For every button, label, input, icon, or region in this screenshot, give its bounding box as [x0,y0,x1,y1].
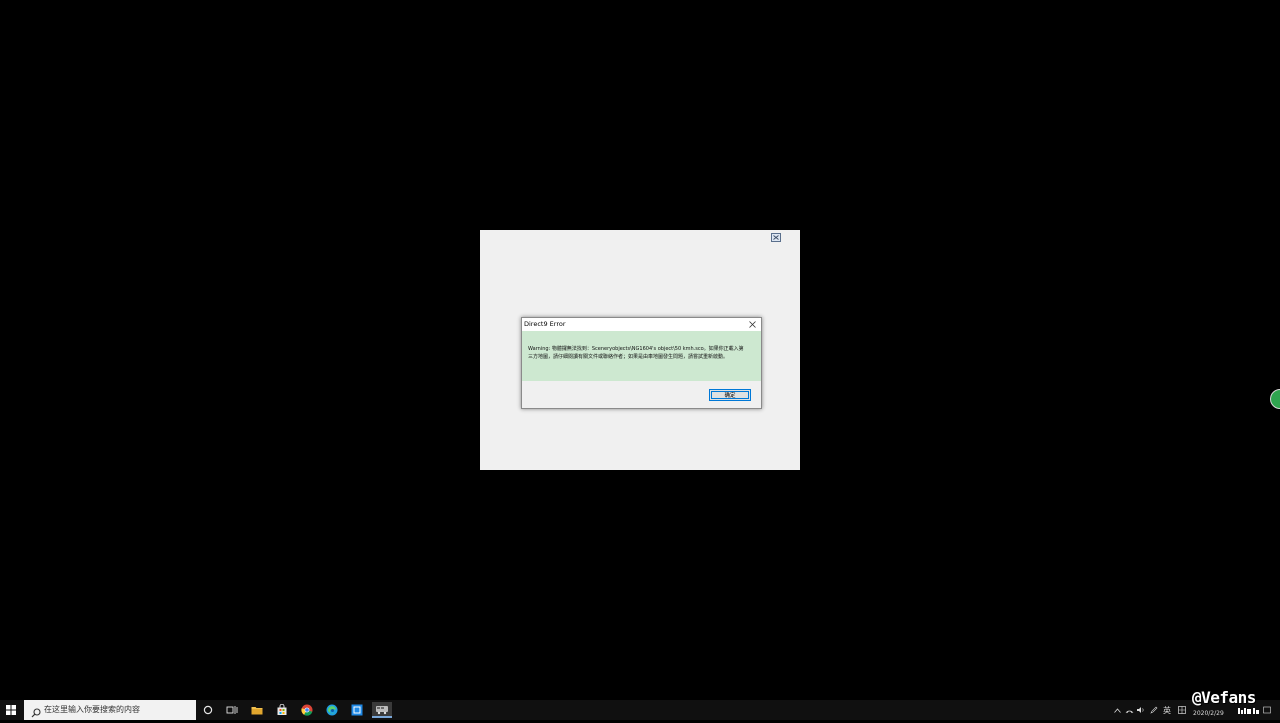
cortana-button[interactable] [198,702,218,718]
search-icon [30,704,42,718]
close-icon [748,321,756,328]
ok-button[interactable]: 确定 [709,389,751,401]
taskbar-explorer[interactable] [247,702,267,718]
ime-indicator[interactable]: 英 [1162,704,1172,716]
notification-icon[interactable] [1262,704,1272,716]
dialog-titlebar[interactable]: Direct9 Error [522,318,761,331]
edge-icon [326,704,338,716]
close-icon [773,235,779,240]
cortana-icon [203,705,213,715]
task-view-icon [226,706,238,714]
task-view-button[interactable] [222,702,242,718]
bus-game-icon [376,706,388,715]
start-button[interactable] [3,703,19,717]
floating-widget[interactable] [1270,389,1280,409]
watermark-logo-icon [1238,708,1259,714]
taskbar-omsi[interactable] [372,702,392,718]
taskbar-store[interactable] [272,702,292,718]
clock-date[interactable]: 2020/2/29 [1193,710,1224,718]
tray-chevron-icon[interactable] [1112,704,1122,716]
taskbar-search-box[interactable]: 在这里输入你要搜索的内容 [24,700,196,720]
store-bag-icon [277,704,287,715]
app-window-icon [351,704,363,716]
volume-icon[interactable] [1135,704,1145,716]
error-dialog: Direct9 Error Warning: 物體攞無法找到：Sceneryob… [521,317,762,409]
dialog-title: Direct9 Error [524,320,566,328]
dialog-close-button[interactable] [747,319,757,330]
watermark-text: @Vefans [1192,688,1256,707]
network-icon[interactable] [1124,704,1134,716]
pen-icon[interactable] [1149,704,1159,716]
taskbar-chrome[interactable] [297,702,317,718]
dialog-message-area: Warning: 物體攞無法找到：Sceneryobjects\NG1604's… [522,331,761,381]
taskbar-app-blue[interactable] [347,702,367,718]
folder-icon [251,707,263,715]
windows-icon [6,705,16,715]
search-placeholder: 在这里输入你要搜索的内容 [44,705,140,714]
app-close-button[interactable] [771,233,781,242]
chrome-icon [301,704,313,716]
taskbar: 在这里输入你要搜索的内容 英 2020/2/29 [0,700,1280,720]
dialog-message: Warning: 物體攞無法找到：Sceneryobjects\NG1604's… [528,346,744,360]
ime-mode-icon[interactable] [1177,704,1187,716]
taskbar-edge[interactable] [322,702,342,718]
